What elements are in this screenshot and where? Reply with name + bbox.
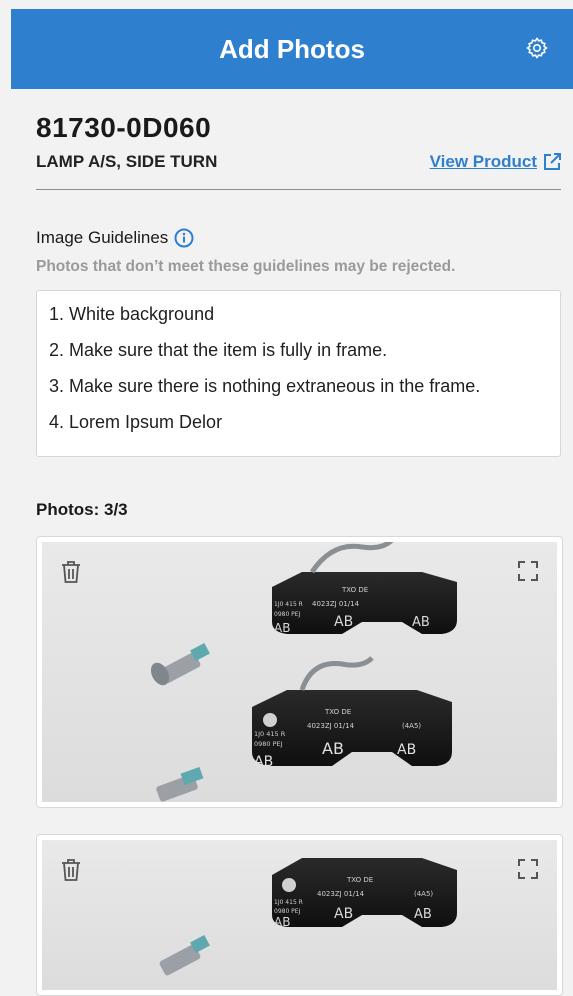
external-link-icon[interactable] xyxy=(543,153,561,171)
pad-label: 0980 PEJ xyxy=(274,908,301,915)
pad-label: AB xyxy=(322,739,344,758)
guidelines-title: Image Guidelines xyxy=(36,228,169,247)
trash-icon[interactable] xyxy=(59,559,83,585)
pad-label: TXO DE xyxy=(324,708,351,716)
trash-icon[interactable] xyxy=(59,857,83,883)
pad-label: AB xyxy=(334,906,353,922)
expand-icon[interactable] xyxy=(516,857,540,881)
pad-label: AB xyxy=(274,621,290,635)
pad-label: TXO DE xyxy=(346,876,373,884)
pad-label: 0980 PEJ xyxy=(254,740,283,748)
guidelines-note: Photos that don’t meet these guidelines … xyxy=(36,258,456,275)
photo-image[interactable]: TXO DE 4023ZJ 01/14 (4A5) 1J0 415 R 0980… xyxy=(42,840,557,990)
guidelines-heading: Image Guidelines xyxy=(36,228,561,248)
photo-image[interactable]: TXO DE 4023ZJ 01/14 1J0 415 R 0980 PEJ A… xyxy=(42,542,557,802)
page-title: Add Photos xyxy=(219,33,365,64)
photo-card[interactable]: TXO DE 4023ZJ 01/14 1J0 415 R 0980 PEJ A… xyxy=(36,536,563,808)
pad-label: TXO DE xyxy=(341,586,368,594)
pad-label: (4A5) xyxy=(402,722,421,730)
list-item: 4. Lorem Ipsum Delor xyxy=(49,412,223,432)
list-item: 3. Make sure there is nothing extraneous… xyxy=(49,376,481,396)
pad-label: AB xyxy=(412,615,430,630)
bolt xyxy=(159,934,210,976)
pad-label: AB xyxy=(397,742,416,758)
pad-label: 4023ZJ 01/14 xyxy=(307,722,355,730)
view-product-label[interactable]: View Product xyxy=(430,152,537,172)
photo-card[interactable]: TXO DE 4023ZJ 01/14 (4A5) 1J0 415 R 0980… xyxy=(36,834,563,996)
divider xyxy=(36,189,561,190)
pad-label: AB xyxy=(274,915,290,929)
pad-label: 0980 PEJ xyxy=(274,611,301,618)
brake-pads-photo: TXO DE 4023ZJ 01/14 (4A5) 1J0 415 R 0980… xyxy=(159,858,457,976)
pad-label: 1J0 415 R xyxy=(274,601,303,608)
view-product-link[interactable]: View Product xyxy=(430,152,561,172)
part-number: 81730-0D060 xyxy=(36,112,212,143)
pad-label: 1J0 415 R xyxy=(254,730,286,738)
expand-icon[interactable] xyxy=(516,559,540,583)
list-item: 2. Make sure that the item is fully in f… xyxy=(49,340,388,360)
pad-label: 4023ZJ 01/14 xyxy=(312,600,360,608)
pad-label: AB xyxy=(334,614,353,630)
guidelines-list: 1. White background 2. Make sure that th… xyxy=(36,290,561,457)
pad-label: 4023ZJ 01/14 xyxy=(317,890,365,898)
info-icon[interactable] xyxy=(174,228,194,248)
pad-label: AB xyxy=(254,754,273,770)
brake-pads-photo: TXO DE 4023ZJ 01/14 1J0 415 R 0980 PEJ A… xyxy=(150,542,457,802)
pad-label: AB xyxy=(414,907,432,922)
list-item: 1. White background xyxy=(49,304,215,324)
bolt xyxy=(150,642,210,686)
product-row: LAMP A/S, SIDE TURN View Product xyxy=(36,152,561,172)
main-content: 81730-0D060 LAMP A/S, SIDE TURN View Pro… xyxy=(36,112,561,520)
photos-count: Photos: 3/3 xyxy=(36,500,128,519)
pad-label: 1J0 415 R xyxy=(274,899,303,906)
part-description: LAMP A/S, SIDE TURN xyxy=(36,152,218,171)
top-app-bar: Add Photos xyxy=(11,9,573,89)
gear-icon[interactable] xyxy=(525,36,549,60)
bolt xyxy=(156,766,204,802)
pad-label: (4A5) xyxy=(414,890,433,898)
